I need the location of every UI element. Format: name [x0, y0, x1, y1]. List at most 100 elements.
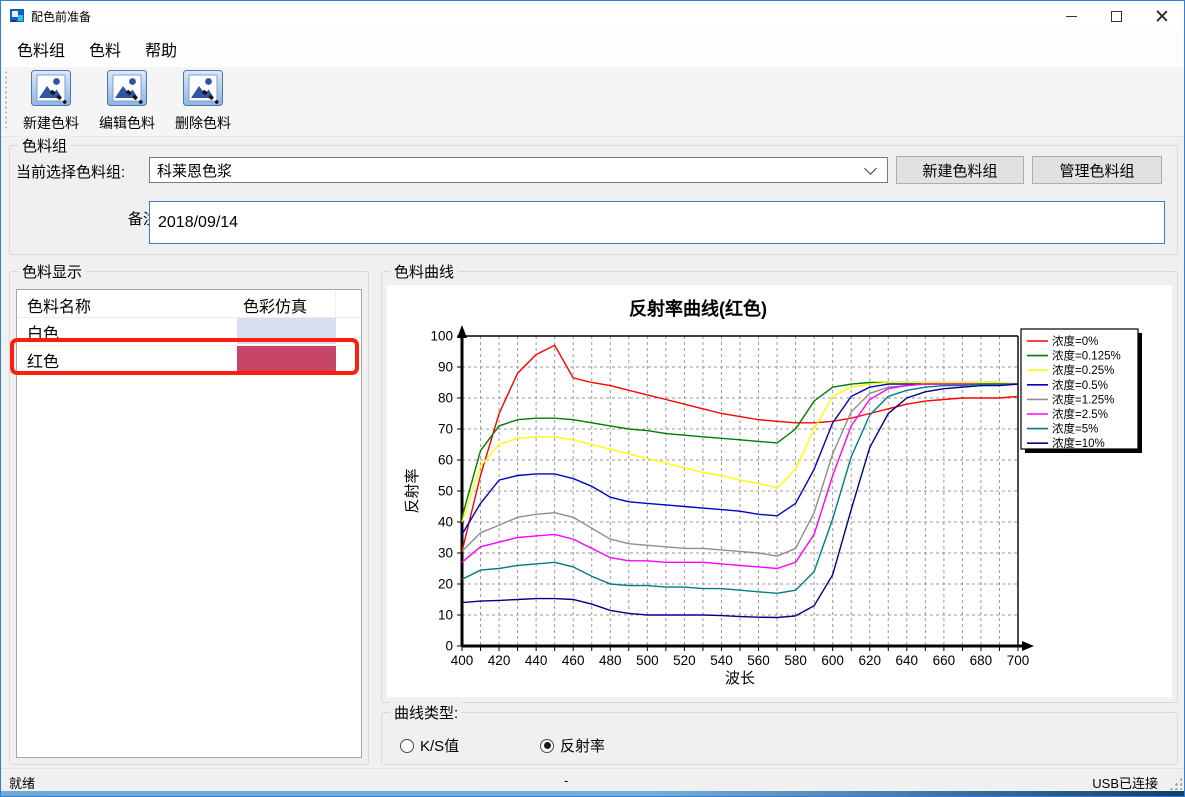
title-bar: 配色前准备: [1, 1, 1184, 31]
svg-text:浓度=0.5%: 浓度=0.5%: [1052, 378, 1108, 392]
radio-label: 反射率: [560, 735, 605, 756]
minimize-button[interactable]: [1049, 1, 1094, 31]
column-header-swatch: 色彩仿真: [243, 293, 307, 317]
svg-text:20: 20: [438, 577, 453, 592]
svg-text:0: 0: [445, 639, 453, 654]
svg-text:浓度=1.25%: 浓度=1.25%: [1052, 392, 1114, 406]
pigment-name: 红色: [27, 348, 59, 372]
svg-text:70: 70: [438, 422, 453, 437]
svg-text:600: 600: [821, 653, 844, 668]
pigment-name: 白色: [27, 320, 59, 344]
toolbar-button-编辑色料[interactable]: 编辑色料: [96, 69, 158, 133]
svg-text:680: 680: [970, 653, 993, 668]
manage-group-button[interactable]: 管理色料组: [1032, 156, 1162, 184]
curve-group-title: 色料曲线: [390, 261, 458, 282]
maximize-button[interactable]: [1094, 1, 1139, 31]
color-swatch: [237, 318, 336, 344]
svg-text:10: 10: [438, 608, 453, 623]
curve-groupbox: 色料曲线 40042044046048050052054056058060062…: [381, 271, 1178, 703]
table-header: 色料名称 色彩仿真: [17, 290, 361, 318]
toolbar-grip-handle[interactable]: [4, 70, 9, 130]
status-center-text: -: [564, 773, 568, 788]
toolbar-button-新建色料[interactable]: 新建色料: [20, 69, 82, 133]
pigment-table: 色料名称 色彩仿真白色红色: [16, 289, 362, 758]
svg-text:浓度=2.5%: 浓度=2.5%: [1052, 407, 1108, 421]
status-usb-text: USB已连接: [1092, 773, 1158, 792]
menu-bar: 色料组色料帮助: [1, 31, 1184, 67]
svg-text:反射率曲线(红色): 反射率曲线(红色): [629, 298, 767, 319]
maximize-icon: [1111, 11, 1122, 22]
remark-input[interactable]: [149, 201, 1165, 244]
status-ready-text: 就绪: [9, 773, 35, 792]
new-group-button[interactable]: 新建色料组: [896, 156, 1024, 184]
radio-K/S值[interactable]: K/S值: [400, 735, 459, 756]
toolbar-button-label: 编辑色料: [99, 113, 155, 133]
svg-text:50: 50: [438, 484, 453, 499]
svg-text:520: 520: [673, 653, 696, 668]
toolbar: 新建色料编辑色料删除色料: [1, 67, 1184, 137]
svg-text:30: 30: [438, 546, 453, 561]
svg-text:40: 40: [438, 515, 453, 530]
toolbar-button-删除色料[interactable]: 删除色料: [172, 69, 234, 133]
svg-text:波长: 波长: [725, 670, 755, 687]
radio-selected-icon: [540, 739, 554, 753]
window-title: 配色前准备: [31, 8, 91, 25]
menu-item-帮助[interactable]: 帮助: [137, 33, 185, 65]
column-header-name: 色料名称: [27, 293, 91, 317]
curve-type-group-title: 曲线类型:: [390, 702, 462, 723]
close-icon: [1156, 10, 1168, 22]
pigment-group-selected-value: 科莱恩色浆: [157, 160, 866, 181]
radio-反射率[interactable]: 反射率: [540, 735, 605, 756]
svg-text:500: 500: [636, 653, 659, 668]
pigment-display-group-title: 色料显示: [18, 261, 86, 282]
svg-text:560: 560: [747, 653, 770, 668]
svg-text:620: 620: [858, 653, 881, 668]
taskbar-strip: [1, 791, 1184, 797]
svg-text:80: 80: [438, 391, 453, 406]
svg-text:浓度=0.125%: 浓度=0.125%: [1052, 349, 1121, 363]
app-window: 配色前准备 色料组色料帮助 新建色料编辑色料删除色料 色料组 当前选择色料组: …: [0, 0, 1185, 797]
svg-text:浓度=5%: 浓度=5%: [1052, 422, 1098, 436]
svg-text:60: 60: [438, 453, 453, 468]
color-swatch: [237, 346, 336, 372]
resize-grip[interactable]: [1169, 777, 1182, 790]
app-icon: [9, 8, 25, 24]
svg-text:580: 580: [784, 653, 807, 668]
svg-text:100: 100: [430, 329, 453, 344]
svg-text:660: 660: [933, 653, 956, 668]
close-button[interactable]: [1139, 1, 1184, 31]
pigment-set-groupbox: 色料组 当前选择色料组: 科莱恩色浆 新建色料组 管理色料组 备注:: [9, 145, 1178, 255]
svg-text:700: 700: [1007, 653, 1030, 668]
picture-icon: [30, 69, 72, 112]
pigment-display-groupbox: 色料显示 色料名称色彩仿真白色红色: [9, 271, 369, 765]
picture-icon: [182, 69, 224, 112]
chevron-down-icon: [864, 162, 877, 175]
pigment-group-select[interactable]: 科莱恩色浆: [149, 157, 888, 183]
menu-item-色料[interactable]: 色料: [81, 33, 129, 65]
svg-text:540: 540: [710, 653, 733, 668]
toolbar-button-label: 新建色料: [23, 113, 79, 133]
table-row-红色[interactable]: 红色: [17, 346, 361, 374]
svg-text:浓度=0.25%: 浓度=0.25%: [1052, 363, 1114, 377]
reflectance-chart: 4004204404604805005205405605806006206406…: [387, 285, 1172, 697]
svg-text:400: 400: [451, 653, 474, 668]
svg-text:反射率: 反射率: [404, 468, 421, 513]
radio-label: K/S值: [420, 735, 459, 756]
menu-item-色料组[interactable]: 色料组: [9, 33, 73, 65]
current-group-label: 当前选择色料组:: [16, 161, 125, 182]
status-bar: 就绪 - USB已连接: [1, 768, 1184, 793]
pigment-set-group-title: 色料组: [18, 135, 71, 156]
picture-icon: [106, 69, 148, 112]
svg-text:浓度=0%: 浓度=0%: [1052, 334, 1098, 348]
svg-text:90: 90: [438, 360, 453, 375]
minimize-icon: [1066, 16, 1077, 17]
svg-text:480: 480: [599, 653, 622, 668]
svg-text:640: 640: [896, 653, 919, 668]
curve-type-groupbox: 曲线类型: K/S值反射率: [381, 712, 1178, 765]
table-row-白色[interactable]: 白色: [17, 318, 361, 346]
svg-text:420: 420: [488, 653, 511, 668]
svg-text:460: 460: [562, 653, 585, 668]
radio-unselected-icon: [400, 739, 414, 753]
toolbar-button-label: 删除色料: [175, 113, 231, 133]
svg-text:浓度=10%: 浓度=10%: [1052, 436, 1105, 450]
